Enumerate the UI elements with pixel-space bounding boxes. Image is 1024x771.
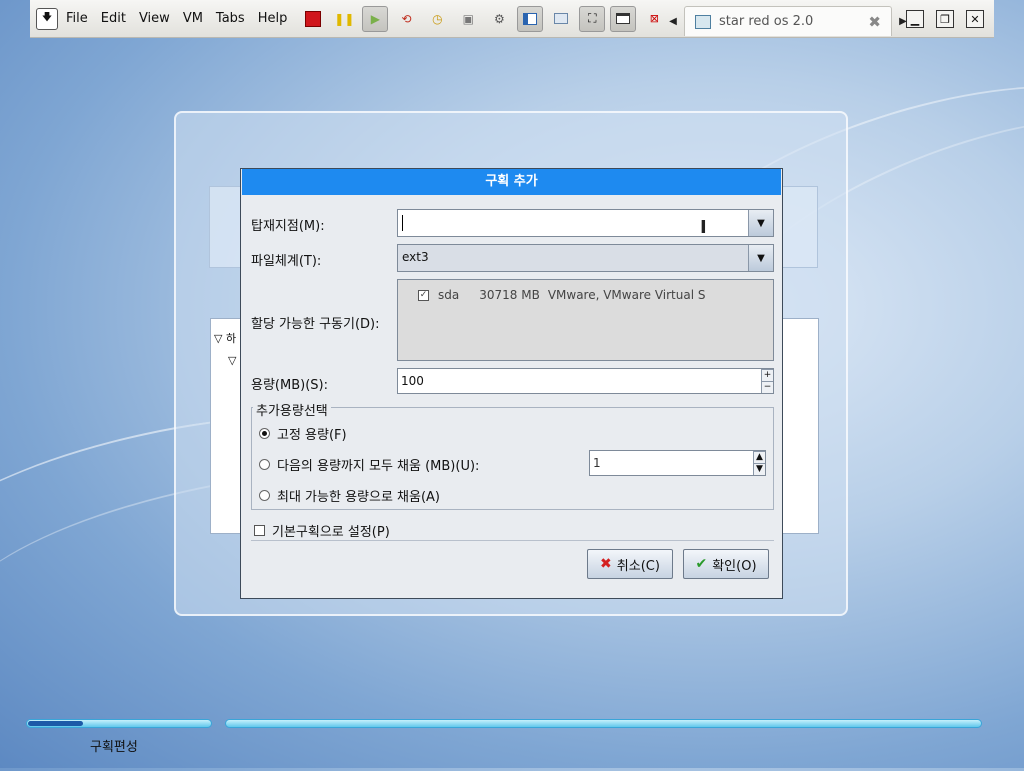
tab-prev-icon[interactable]: ◀ — [666, 8, 680, 34]
vm-tab-icon — [695, 14, 711, 29]
increment-icon[interactable]: + — [761, 369, 773, 381]
dialog-title: 구획 추가 — [242, 169, 781, 195]
decrement-icon[interactable]: − — [761, 381, 773, 393]
drives-label: 할당 가능한 구동기(D): — [251, 317, 380, 332]
filesystem-label: 파일체계(T): — [251, 254, 322, 269]
cursor-ibeam-icon: I — [700, 217, 707, 238]
drive-size: 30718 MB — [479, 288, 540, 302]
filesystem-combo[interactable]: ext3 ▼ — [397, 244, 774, 272]
minimize-icon[interactable]: ▁ — [906, 10, 924, 28]
radio-label: 다음의 용량까지 모두 채움 (MB)(U): — [277, 459, 480, 474]
size-spinner[interactable]: 100 + − — [397, 368, 774, 394]
group-title: 추가용량선택 — [253, 400, 331, 419]
radio-fixed-size[interactable]: 고정 용량(F) — [259, 424, 347, 443]
fullscreen-icon[interactable]: ⛶ — [579, 5, 606, 32]
progress-label: 구획편성 — [90, 740, 138, 755]
pause-icon[interactable]: ❚❚ — [331, 6, 357, 32]
chevron-down-icon[interactable]: ▼ — [748, 245, 773, 271]
radio-label: 고정 용량(F) — [277, 428, 347, 443]
overall-progress-bar — [225, 719, 982, 728]
play-icon[interactable]: ▶ — [362, 5, 389, 32]
progress-fill — [28, 721, 83, 726]
unity-icon[interactable] — [610, 5, 637, 32]
shutdown-icon[interactable]: ⊠ — [641, 6, 667, 32]
decrement-icon[interactable]: ▼ — [753, 463, 765, 475]
size-value[interactable]: 100 — [401, 374, 424, 388]
drive-name: sda — [438, 288, 460, 302]
radio-fill-upto[interactable]: 다음의 용량까지 모두 채움 (MB)(U): — [259, 455, 479, 474]
tree-row[interactable]: ▽ 하 — [214, 330, 236, 346]
snapshot-icon[interactable]: ◷ — [424, 6, 450, 32]
restore-icon[interactable]: ❐ — [936, 10, 954, 28]
drives-list[interactable]: ✓ sda 30718 MB VMware, VMware Virtual S — [397, 279, 774, 361]
revert-icon[interactable]: ⟲ — [393, 6, 419, 32]
radio-label: 최대 가능한 용량으로 채움(A) — [277, 490, 440, 505]
close-icon[interactable]: ✕ — [966, 10, 984, 28]
cancel-label: 취소(C) — [616, 558, 660, 574]
vm-tab[interactable]: star red os 2.0 ✖ — [684, 6, 892, 36]
mount-point-label: 탑재지점(M): — [251, 219, 325, 234]
primary-partition-checkbox[interactable]: 기본구획으로 설정(P) — [254, 521, 390, 540]
snapshot-manager-icon[interactable]: ▣ — [455, 6, 481, 32]
vm-tab-label: star red os 2.0 — [719, 14, 814, 29]
chevron-down-icon[interactable]: ▼ — [748, 210, 773, 236]
window-controls: ▁ ❐ ✕ — [894, 10, 984, 28]
checkbox-label: 기본구획으로 설정(P) — [272, 525, 390, 540]
menu-vm[interactable]: VM — [183, 11, 203, 26]
drive-checkbox[interactable]: ✓ — [418, 289, 429, 301]
tab-close-icon[interactable]: ✖ — [868, 13, 881, 31]
mount-point-input[interactable] — [402, 215, 404, 231]
vmware-toolbar: 🡇 File Edit View VM Tabs Help ❚❚ ▶ ⟲ ◷ ▣… — [30, 0, 994, 38]
drive-model: VMware, VMware Virtual S — [547, 288, 706, 302]
fill-upto-stepper[interactable]: ▲ ▼ — [753, 451, 765, 475]
power-off-icon[interactable] — [300, 6, 326, 32]
ok-button[interactable]: ✔ 확인(O) — [683, 549, 769, 579]
progress-bar — [26, 719, 212, 728]
size-label: 용량(MB)(S): — [251, 378, 328, 393]
sidebar-icon[interactable] — [517, 5, 544, 32]
ok-label: 확인(O) — [712, 558, 757, 574]
radio-button[interactable] — [259, 428, 270, 439]
fill-upto-spinner[interactable]: 1 ▲ ▼ — [589, 450, 766, 476]
radio-button[interactable] — [259, 459, 270, 470]
tree-row[interactable]: ▽ — [228, 354, 236, 367]
radio-button[interactable] — [259, 490, 270, 501]
vm-tab-strip: ◀ star red os 2.0 ✖ ▶ — [666, 6, 910, 36]
mount-point-combo[interactable]: ▼ — [397, 209, 774, 237]
menu-edit[interactable]: Edit — [101, 11, 126, 26]
ok-check-icon: ✔ — [695, 556, 708, 572]
menu-tabs[interactable]: Tabs — [216, 11, 245, 26]
checkbox[interactable] — [254, 525, 265, 536]
cancel-button[interactable]: ✖ 취소(C) — [587, 549, 673, 579]
size-stepper[interactable]: + − — [761, 369, 773, 393]
down-arrow-icon[interactable]: 🡇 — [36, 7, 58, 30]
divider — [251, 540, 774, 541]
increment-icon[interactable]: ▲ — [753, 451, 765, 463]
cancel-x-icon: ✖ — [600, 556, 612, 572]
menu-help[interactable]: Help — [258, 11, 288, 26]
fill-upto-value[interactable]: 1 — [593, 456, 601, 470]
filesystem-value: ext3 — [402, 250, 429, 264]
console-icon[interactable] — [548, 6, 574, 32]
menu-file[interactable]: File — [66, 11, 88, 26]
list-item[interactable]: ✓ sda 30718 MB VMware, VMware Virtual S — [418, 288, 705, 302]
radio-fill-max[interactable]: 최대 가능한 용량으로 채움(A) — [259, 486, 440, 505]
settings-icon[interactable]: ⚙ — [486, 6, 512, 32]
menu-view[interactable]: View — [139, 11, 170, 26]
